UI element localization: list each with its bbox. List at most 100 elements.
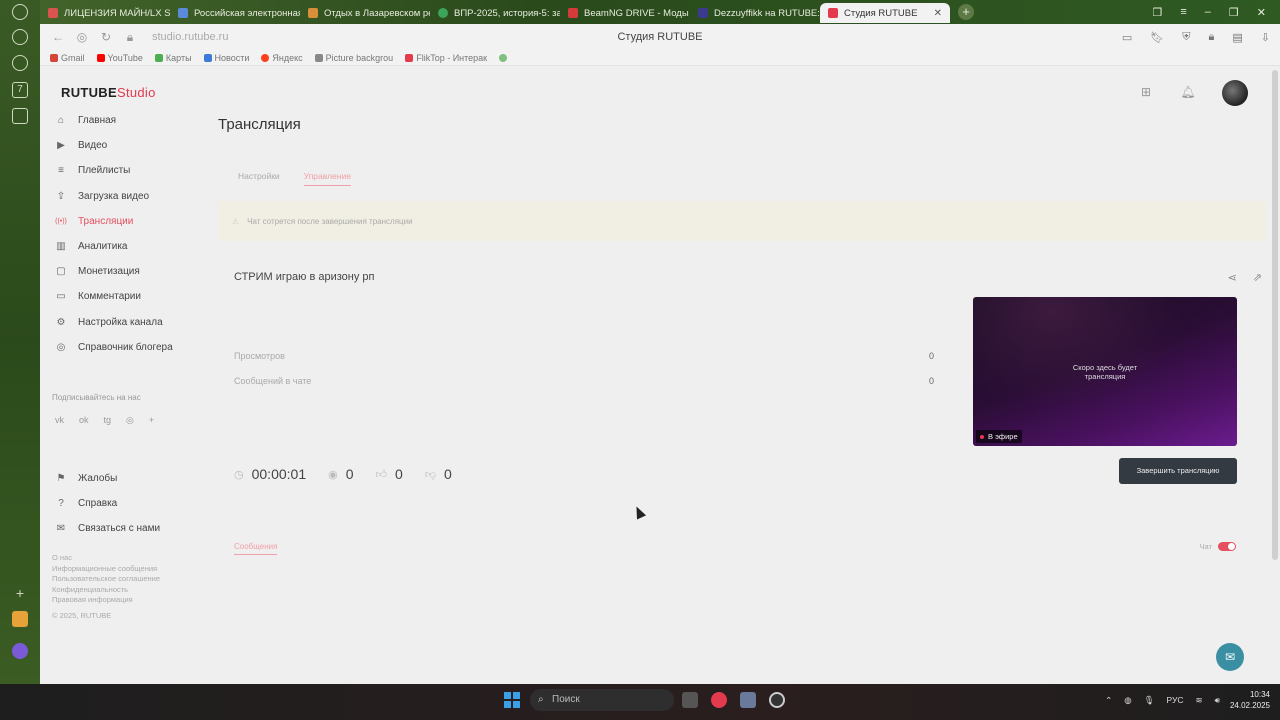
sidebar-item-channel-settings[interactable]: ⚙ Настройка канала	[52, 310, 212, 335]
password-icon[interactable]: 🔒︎	[1209, 31, 1215, 44]
sidebar-item-upload[interactable]: ⇪ Загрузка видео	[52, 184, 212, 209]
copyright: © 2025, RUTUBE	[52, 610, 112, 620]
game-app-icon[interactable]	[740, 692, 756, 708]
add-panel-icon[interactable]: +	[12, 585, 28, 601]
rutube-studio-logo[interactable]: RUTUBEStudio	[61, 85, 156, 100]
close-window-icon[interactable]: ✕	[1257, 6, 1266, 19]
chevron-up-icon[interactable]: ⌃	[1105, 695, 1112, 706]
more-icon[interactable]: +	[149, 415, 154, 426]
extensions-icon[interactable]: ▤	[1232, 31, 1242, 44]
telegram-icon[interactable]: tg	[104, 415, 112, 426]
settings-icon[interactable]	[12, 108, 28, 124]
task-view-icon[interactable]	[682, 692, 698, 708]
add-content-icon[interactable]: ⊞	[1138, 85, 1154, 101]
end-stream-button[interactable]: Завершить трансляцию	[1119, 458, 1237, 484]
taskbar-search[interactable]: ⌕ Поиск	[530, 689, 674, 711]
sidebar-item-label: Настройка канала	[78, 316, 163, 328]
shield-icon[interactable]: ⛨	[1182, 31, 1190, 44]
fliktop-icon	[405, 53, 414, 62]
bookmark-item[interactable]: Gmail	[50, 53, 85, 63]
bookmark-item[interactable]: FlikTop - Интерак	[405, 53, 487, 63]
browser-tab[interactable]: Российская электронная	[170, 3, 300, 23]
stat-value: 0	[928, 351, 934, 361]
bookmark-item[interactable]: Picture backgrou	[314, 53, 393, 63]
bookmark-item[interactable]: Новости	[203, 53, 249, 63]
avatar[interactable]	[1222, 80, 1248, 106]
sidebar-item-playlists[interactable]: ≡ Плейлисты	[52, 158, 212, 183]
obs-icon[interactable]	[769, 692, 785, 708]
whatsapp-icon[interactable]: ◎	[126, 415, 134, 426]
minimize-icon[interactable]: –	[1205, 6, 1211, 19]
menu-icon[interactable]: ≡	[1180, 6, 1186, 19]
browser-menu-icon[interactable]	[12, 4, 28, 20]
footer-link[interactable]: Конфиденциальность	[52, 585, 160, 596]
sidebar-item-complaints[interactable]: ⚑ Жалобы	[52, 466, 212, 491]
network-app-icon[interactable]: ◍	[1124, 695, 1131, 706]
browser-tab[interactable]: BeamNG DRIVE - Моды	[560, 3, 690, 23]
footer-link[interactable]: О нас	[52, 553, 160, 564]
new-tab-button[interactable]: +	[958, 4, 974, 20]
footer-link[interactable]: Пользовательское соглашение	[52, 574, 160, 585]
browser-tab-active[interactable]: Студия RUTUBE ✕	[820, 3, 950, 23]
volume-icon[interactable]: 🔊︎	[1215, 695, 1220, 706]
sidebar-item-streams[interactable]: ((•)) Трансляции	[52, 209, 212, 234]
support-chat-button[interactable]: ✉	[1216, 643, 1244, 671]
chat-notice-banner: ⚠ Чат сотрется после завершения трансляц…	[218, 201, 1266, 241]
footer-link[interactable]: Информационные сообщения	[52, 564, 160, 575]
list-icon: ≡	[58, 165, 64, 177]
browser-tab[interactable]: ЛИЦЕНЗИЯ МАЙН/LX S	[40, 3, 170, 23]
sidebar-item-contact[interactable]: ✉ Связаться с нами	[52, 516, 212, 541]
sidebar-item-help[interactable]: ? Справка	[52, 491, 212, 516]
browser-tab[interactable]: Dezzuyffikk на RUTUBE: Z	[690, 3, 820, 23]
download-icon[interactable]: ⇩	[1261, 31, 1270, 44]
ok-icon[interactable]: ok	[79, 415, 89, 426]
alice-icon[interactable]	[12, 643, 28, 659]
language-indicator[interactable]: РУС	[1166, 695, 1183, 706]
scrollbar[interactable]	[1272, 70, 1278, 560]
yandex-browser-icon[interactable]	[711, 692, 727, 708]
footer-link[interactable]: Правовая информация	[52, 595, 160, 606]
browser-tab[interactable]: ВПР-2025, история-5: за	[430, 3, 560, 23]
microphone-icon[interactable]: 🎙︎	[1144, 695, 1155, 706]
footer-links: О нас Информационные сообщения Пользоват…	[52, 553, 160, 622]
tab-messages[interactable]: Сообщения	[234, 542, 278, 555]
vk-icon[interactable]: vk	[55, 415, 64, 426]
sidebar-item-blogger-guide[interactable]: ◎ Справочник блогера	[52, 335, 212, 360]
reload-icon[interactable]: ↻	[94, 30, 118, 44]
sidebar-item-label: Связаться с нами	[78, 523, 161, 535]
back-icon[interactable]: ←	[46, 30, 70, 44]
reader-icon[interactable]: ▭	[1122, 31, 1132, 44]
windows-start-icon[interactable]	[504, 692, 520, 708]
counter-badge[interactable]: 7	[12, 82, 28, 98]
tab-settings[interactable]: Настройки	[238, 171, 280, 186]
bell-icon[interactable]: 🔔︎	[1180, 85, 1196, 101]
maximize-icon[interactable]: ❐	[1229, 6, 1239, 19]
stream-preview[interactable]: Скоро здесь будет трансляция В эфире	[973, 297, 1237, 446]
sidebar-item-analytics[interactable]: ▥ Аналитика	[52, 234, 212, 259]
history-icon[interactable]	[12, 29, 28, 45]
url-field[interactable]: studio.rutube.ru	[152, 31, 228, 43]
stat-label: Просмотров	[234, 351, 285, 361]
bookmark-item[interactable]: YouTube	[96, 53, 143, 63]
forward-icon[interactable]: ◎	[70, 30, 94, 44]
bookmark-icon[interactable]: 🔖︎	[1150, 31, 1164, 44]
browser-tab[interactable]: Отдых в Лазаревском ре	[300, 3, 430, 23]
tab-favicon-icon	[828, 8, 838, 18]
close-tab-icon[interactable]: ✕	[934, 8, 942, 19]
bookmark-item[interactable]	[499, 53, 510, 62]
sidebar-item-comments[interactable]: ▭ Комментарии	[52, 284, 212, 309]
sidebar-item-monetization[interactable]: ▢ Монетизация	[52, 259, 212, 284]
chat-toggle[interactable]	[1218, 542, 1236, 551]
play-icon[interactable]	[12, 55, 28, 71]
mail-icon[interactable]	[12, 611, 28, 627]
tab-management[interactable]: Управление	[303, 171, 351, 186]
share-icon[interactable]: ⋖	[1228, 271, 1237, 284]
wifi-icon[interactable]: ≋	[1196, 695, 1203, 706]
bookmark-item[interactable]: Яндекс	[261, 53, 303, 63]
bookmark-item[interactable]: Карты	[154, 53, 192, 63]
sidebar-item-home[interactable]: ⌂ Главная	[52, 108, 212, 133]
taskbar-clock[interactable]: 10:34 24.02.2025	[1230, 689, 1270, 711]
tabs-overview-icon[interactable]: ❐	[1152, 6, 1162, 19]
sidebar-item-video[interactable]: ▶ Видео	[52, 133, 212, 158]
open-external-icon[interactable]: ⇗	[1253, 271, 1262, 284]
